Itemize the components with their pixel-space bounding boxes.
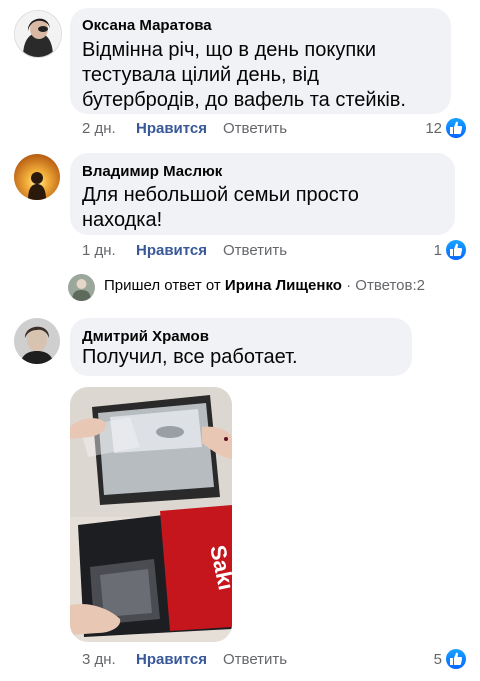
reply-prefix: Пришел ответ от (104, 277, 221, 294)
like-reaction-icon[interactable] (446, 240, 466, 260)
comment-time[interactable]: 2 дн. (82, 120, 116, 137)
reaction-count[interactable]: 5 (410, 651, 442, 668)
comment-author[interactable]: Владимир Маслюк (82, 163, 222, 180)
reaction-count[interactable]: 1 (410, 242, 442, 259)
avatar[interactable] (14, 10, 62, 58)
comment-text: Получил, все работает. (82, 346, 298, 368)
reply-separator: · (346, 277, 352, 294)
like-button[interactable]: Нравится (136, 651, 207, 668)
avatar[interactable] (14, 318, 60, 364)
attached-photo[interactable]: Saki (70, 387, 232, 642)
comment-author[interactable]: Оксана Маратова (82, 17, 212, 34)
like-reaction-icon[interactable] (446, 649, 466, 669)
comment-author[interactable]: Дмитрий Храмов (82, 328, 209, 345)
reply-button[interactable]: Ответить (223, 651, 287, 668)
reply-button[interactable]: Ответить (223, 120, 287, 137)
view-replies-link[interactable]: Пришел ответ от Ирина Лищенко · Ответов:… (104, 277, 425, 294)
avatar[interactable] (14, 154, 60, 200)
like-button[interactable]: Нравится (136, 120, 207, 137)
like-reaction-icon[interactable] (446, 118, 466, 138)
like-button[interactable]: Нравится (136, 242, 207, 259)
comment-time[interactable]: 3 дн. (82, 651, 116, 668)
reply-avatar[interactable] (68, 274, 95, 301)
comment-text: Відмінна річ, що в день покупки тестувал… (82, 39, 406, 111)
reply-count: Ответов:2 (355, 277, 425, 294)
reaction-count[interactable]: 12 (410, 120, 442, 137)
comment-time[interactable]: 1 дн. (82, 242, 116, 259)
reply-button[interactable]: Ответить (223, 242, 287, 259)
comment-text: Для небольшой семьи просто находка! (82, 184, 359, 231)
reply-author: Ирина Лищенко (224, 277, 342, 294)
